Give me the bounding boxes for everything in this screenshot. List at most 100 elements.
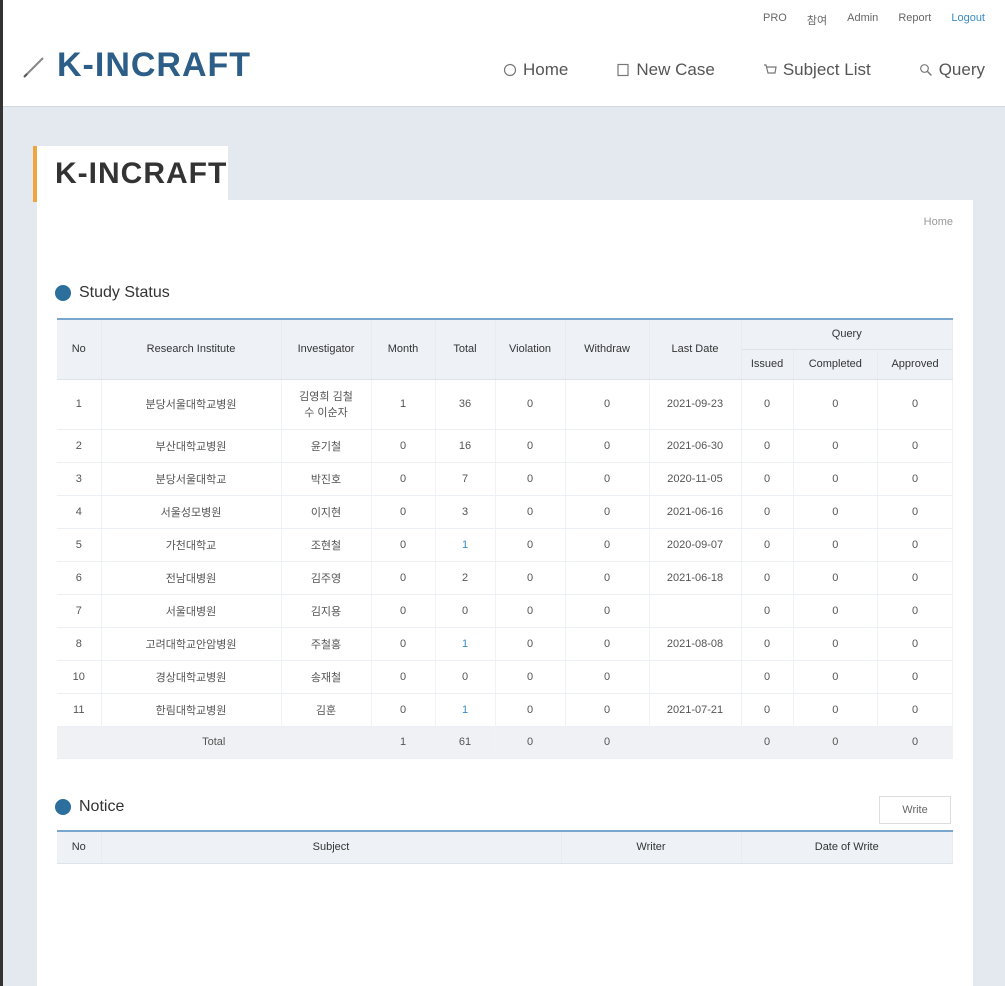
- col-violation: Violation: [495, 318, 566, 380]
- cell-total: 16: [435, 429, 496, 463]
- cell-completed: 0: [793, 379, 879, 430]
- cell-month: 0: [371, 594, 436, 628]
- content-panel: Home Study Status No Research Institute …: [37, 200, 973, 986]
- cell-issued: 0: [741, 561, 794, 595]
- col-investigator: Investigator: [281, 318, 372, 380]
- cell-institute: 전남대병원: [101, 561, 282, 595]
- cell-month: 0: [371, 561, 436, 595]
- nav-home-label: Home: [523, 60, 569, 79]
- cell-investigator: 조현철: [281, 528, 372, 562]
- nav-subject-list[interactable]: Subject List: [763, 60, 871, 80]
- col-total: Total: [435, 318, 496, 380]
- cell-violation: 0: [495, 495, 566, 529]
- logout-link[interactable]: Logout: [951, 12, 985, 28]
- cell-institute: 가천대학교: [101, 528, 282, 562]
- nav-new-case[interactable]: New Case: [616, 60, 715, 80]
- cell-approved: 0: [877, 379, 953, 430]
- write-button[interactable]: Write: [879, 796, 951, 824]
- cell-month: 0: [371, 495, 436, 529]
- cell-violation: 0: [495, 462, 566, 496]
- cell-total: 7: [435, 462, 496, 496]
- logo-text: K-INCRAFT: [57, 46, 252, 84]
- cell-month: 0: [371, 462, 436, 496]
- cell-approved: 0: [877, 627, 953, 661]
- util-link-report[interactable]: Report: [898, 12, 931, 28]
- table-row[interactable]: 8 고려대학교안암병원 주철홍 0 1 0 0 2021-08-08 0 0 0: [57, 627, 953, 661]
- cell-withdraw: 0: [565, 594, 650, 628]
- search-icon: [919, 64, 932, 76]
- nav-home[interactable]: Home: [503, 60, 568, 80]
- nav-subject-list-label: Subject List: [782, 60, 871, 79]
- total-total: 61: [435, 726, 496, 759]
- col-month: Month: [371, 318, 436, 380]
- logo[interactable]: K-INCRAFT: [21, 46, 251, 85]
- cell-approved: 0: [877, 429, 953, 463]
- cell-institute: 고려대학교안암병원: [101, 627, 282, 661]
- cell-total: 3: [435, 495, 496, 529]
- table-row[interactable]: 4 서울성모병원 이지현 0 3 0 0 2021-06-16 0 0 0: [57, 495, 953, 529]
- cell-withdraw: 0: [565, 429, 650, 463]
- table-row[interactable]: 5 가천대학교 조현철 0 1 0 0 2020-09-07 0 0 0: [57, 528, 953, 562]
- notice-title: Notice: [55, 798, 124, 816]
- util-link-pro[interactable]: PRO: [763, 12, 787, 28]
- cell-month: 0: [371, 528, 436, 562]
- cell-investigator: 김훈: [281, 693, 372, 727]
- breadcrumb[interactable]: Home: [924, 216, 953, 228]
- bullet-icon: [55, 285, 71, 301]
- cell-violation: 0: [495, 693, 566, 727]
- total-approved: 0: [877, 726, 953, 759]
- table-total-row: Total 1 61 0 0 0 0 0: [57, 726, 953, 759]
- table-row[interactable]: 10 경상대학교병원 송재철 0 0 0 0 0 0 0: [57, 660, 953, 694]
- cell-last-date: 2021-07-21: [649, 693, 742, 727]
- notice-col-no: No: [57, 830, 102, 864]
- col-withdraw: Withdraw: [565, 318, 650, 380]
- cell-withdraw: 0: [565, 462, 650, 496]
- utility-links: PRO 참여 Admin Report Logout: [763, 12, 985, 28]
- study-status-label: Study Status: [79, 284, 170, 301]
- cell-withdraw: 0: [565, 379, 650, 430]
- cell-issued: 0: [741, 462, 794, 496]
- cell-last-date: [649, 594, 742, 628]
- col-last-date: Last Date: [649, 318, 742, 380]
- table-row[interactable]: 3 분당서울대학교 박진호 0 7 0 0 2020-11-05 0 0 0: [57, 462, 953, 496]
- study-status-title: Study Status: [55, 284, 170, 302]
- total-issued: 0: [741, 726, 794, 759]
- cell-approved: 0: [877, 660, 953, 694]
- top-header: PRO 참여 Admin Report Logout K-INCRAFT Hom…: [3, 0, 1005, 107]
- nav-query[interactable]: Query: [919, 60, 985, 80]
- table-row[interactable]: 6 전남대병원 김주영 0 2 0 0 2021-06-18 0 0 0: [57, 561, 953, 595]
- table-row[interactable]: 2 부산대학교병원 윤기철 0 16 0 0 2021-06-30 0 0 0: [57, 429, 953, 463]
- cell-withdraw: 0: [565, 693, 650, 727]
- cell-investigator: 주철홍: [281, 627, 372, 661]
- cell-last-date: 2020-09-07: [649, 528, 742, 562]
- cell-investigator: 박진호: [281, 462, 372, 496]
- total-withdraw: 0: [565, 726, 650, 759]
- cell-issued: 0: [741, 528, 794, 562]
- notice-table: No Subject Writer Date of Write: [57, 830, 953, 864]
- cell-total: 1: [435, 627, 496, 661]
- cell-violation: 0: [495, 561, 566, 595]
- util-link-participation[interactable]: 참여: [807, 12, 827, 28]
- table-row[interactable]: 7 서울대병원 김지용 0 0 0 0 0 0 0: [57, 594, 953, 628]
- table-row[interactable]: 11 한림대학교병원 김훈 0 1 0 0 2021-07-21 0 0 0: [57, 693, 953, 727]
- total-month: 1: [371, 726, 436, 759]
- total-last-date: [649, 726, 742, 759]
- cell-last-date: 2021-06-30: [649, 429, 742, 463]
- cell-institute: 서울성모병원: [101, 495, 282, 529]
- page-title-tab: K-INCRAFT: [33, 146, 228, 202]
- cell-issued: 0: [741, 594, 794, 628]
- cell-no: 2: [57, 429, 102, 463]
- table-row[interactable]: 1 분당서울대학교병원 김영희 김철 수 이순자 1 36 0 0 2021-09-23 0 0 0: [57, 379, 953, 430]
- cell-total: 2: [435, 561, 496, 595]
- cell-last-date: 2021-08-08: [649, 627, 742, 661]
- total-completed: 0: [793, 726, 879, 759]
- home-icon: [503, 63, 517, 77]
- cell-no: 3: [57, 462, 102, 496]
- cell-total: 0: [435, 594, 496, 628]
- cell-investigator: 김지용: [281, 594, 372, 628]
- cell-approved: 0: [877, 594, 953, 628]
- util-link-admin[interactable]: Admin: [847, 12, 878, 28]
- cell-institute: 부산대학교병원: [101, 429, 282, 463]
- cell-withdraw: 0: [565, 561, 650, 595]
- col-no: No: [57, 318, 102, 380]
